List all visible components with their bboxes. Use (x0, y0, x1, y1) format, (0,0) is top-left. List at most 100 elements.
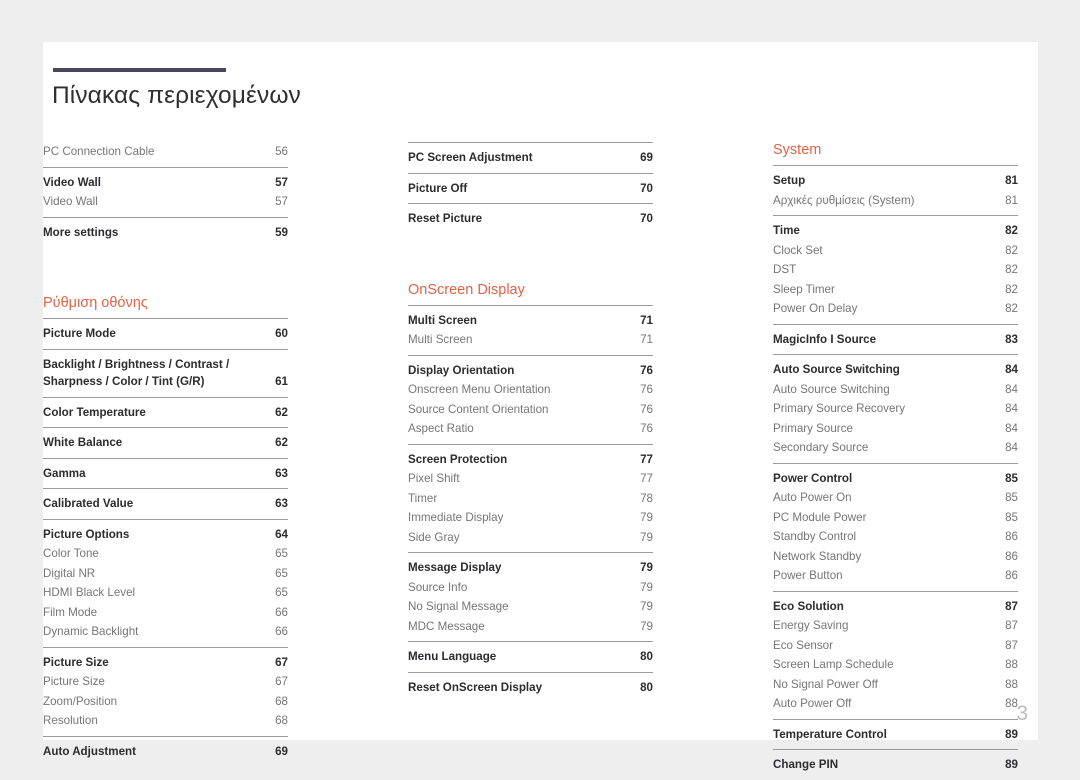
toc-group: MagicInfo I Source 83 (773, 323, 1018, 355)
toc-entry[interactable]: Multi Screen 71 (408, 311, 653, 331)
toc-entry[interactable]: More settings 59 (43, 223, 288, 243)
toc-entry-page: 65 (275, 586, 288, 599)
toc-entry[interactable]: Auto Source Switching 84 (773, 380, 1018, 400)
toc-entry[interactable]: HDMI Black Level 65 (43, 583, 288, 603)
toc-entry-label: DST (773, 263, 797, 276)
toc-entry[interactable]: Backlight / Brightness / Contrast / Shar… (43, 355, 288, 392)
toc-entry-page: 89 (1005, 727, 1018, 741)
document-page: Πίνακας περιεχομένων PC Connection Cable… (43, 42, 1038, 771)
toc-entry[interactable]: Side Gray 79 (408, 528, 653, 548)
toc-entry[interactable]: Dynamic Backlight 66 (43, 622, 288, 642)
toc-entry-page: 86 (1005, 530, 1018, 543)
toc-entry[interactable]: Immediate Display 79 (408, 508, 653, 528)
toc-entry[interactable]: Primary Source 84 (773, 419, 1018, 439)
toc-group: Color Temperature 62 (43, 396, 288, 428)
toc-entry[interactable]: MDC Message 79 (408, 617, 653, 637)
toc-entry[interactable]: Standby Control 86 (773, 527, 1018, 547)
toc-entry[interactable]: Video Wall 57 (43, 192, 288, 212)
toc-entry[interactable]: Eco Solution 87 (773, 597, 1018, 617)
toc-entry[interactable]: Timer 78 (408, 489, 653, 509)
toc-entry[interactable]: Picture Size 67 (43, 653, 288, 673)
toc-entry-label: Resolution (43, 714, 98, 727)
toc-entry[interactable]: Reset Picture 70 (408, 209, 653, 229)
toc-entry[interactable]: Auto Source Switching 84 (773, 360, 1018, 380)
toc-entry[interactable]: Digital NR 65 (43, 564, 288, 584)
toc-entry[interactable]: Change PIN 89 (773, 755, 1018, 775)
toc-entry[interactable]: Eco Sensor 87 (773, 636, 1018, 656)
toc-entry-label: Immediate Display (408, 511, 504, 524)
toc-entry[interactable]: Source Content Orientation 76 (408, 400, 653, 420)
toc-entry-label: Source Content Orientation (408, 402, 549, 416)
toc-entry-label: No Signal Message (408, 600, 509, 613)
toc-entry-label: MDC Message (408, 619, 485, 633)
toc-entry[interactable]: MagicInfo I Source 83 (773, 330, 1018, 350)
toc-entry[interactable]: Setup 81 (773, 171, 1018, 191)
toc-entry-label: Power On Delay (773, 302, 858, 315)
toc-entry-page: 87 (1005, 638, 1018, 652)
toc-entry[interactable]: Color Temperature 62 (43, 403, 288, 423)
toc-entry-label: Change PIN (773, 758, 839, 771)
toc-entry[interactable]: Primary Source Recovery 84 (773, 399, 1018, 419)
toc-entry[interactable]: Power Control 85 (773, 469, 1018, 489)
toc-entry-label: Video Wall (43, 195, 98, 208)
toc-entry[interactable]: Picture Off 70 (408, 179, 653, 199)
toc-entry[interactable]: Secondary Source 84 (773, 438, 1018, 458)
toc-entry[interactable]: Picture Options 64 (43, 525, 288, 545)
toc-entry-page: 86 (1005, 549, 1018, 563)
toc-entry[interactable]: Pixel Shift 77 (408, 469, 653, 489)
toc-entry[interactable]: Screen Protection 77 (408, 450, 653, 470)
toc-entry[interactable]: Menu Language 80 (408, 647, 653, 667)
toc-entry[interactable]: Video Wall 57 (43, 173, 288, 193)
toc-entry[interactable]: Message Display 79 (408, 558, 653, 578)
toc-entry-label: Timer (408, 491, 438, 505)
toc-entry[interactable]: PC Module Power 85 (773, 508, 1018, 528)
toc-entry[interactable]: Clock Set 82 (773, 241, 1018, 261)
toc-group: Screen Protection 77 Pixel Shift 77 Timer 78 I… (408, 443, 653, 553)
toc-section-heading: OnScreen Display (408, 281, 525, 298)
toc-entry[interactable]: DST 82 (773, 260, 1018, 280)
toc-entry[interactable]: Temperature Control 89 (773, 725, 1018, 745)
toc-entry[interactable]: Network Standby 86 (773, 547, 1018, 567)
toc-entry[interactable]: Reset OnScreen Display 80 (408, 678, 653, 698)
toc-entry-page: 62 (275, 405, 288, 419)
toc-entry[interactable]: Resolution 68 (43, 711, 288, 731)
toc-entry[interactable]: Auto Adjustment 69 (43, 742, 288, 762)
toc-entry-label: Display Orientation (408, 363, 515, 377)
toc-entry[interactable]: Aspect Ratio 76 (408, 419, 653, 439)
toc-entry[interactable]: Zoom/Position 68 (43, 692, 288, 712)
toc-entry[interactable]: PC Screen Adjustment 69 (408, 148, 653, 168)
toc-entry[interactable]: Multi Screen 71 (408, 330, 653, 350)
toc-entry[interactable]: No Signal Message 79 (408, 597, 653, 617)
toc-entry[interactable]: Calibrated Value 63 (43, 494, 288, 514)
toc-entry[interactable]: Display Orientation 76 (408, 361, 653, 381)
toc-entry[interactable]: PC Connection Cable 56 (43, 142, 288, 162)
toc-entry[interactable]: Gamma 63 (43, 464, 288, 484)
toc-entry[interactable]: Screen Lamp Schedule 88 (773, 655, 1018, 675)
toc-entry[interactable]: White Balance 62 (43, 433, 288, 453)
toc-entry[interactable]: Color Tone 65 (43, 544, 288, 564)
toc-entry[interactable]: No Signal Power Off 88 (773, 675, 1018, 695)
toc-entry[interactable]: Picture Size 67 (43, 672, 288, 692)
toc-entry-label: Auto Source Switching (773, 363, 900, 376)
column-gutter-2 (653, 142, 773, 780)
toc-entry-page: 83 (1005, 332, 1018, 346)
toc-entry[interactable]: Picture Mode 60 (43, 324, 288, 344)
toc-entry[interactable]: Onscreen Menu Orientation 76 (408, 380, 653, 400)
toc-entry[interactable]: Auto Power Off 88 (773, 694, 1018, 714)
toc-entry[interactable]: Film Mode 66 (43, 603, 288, 623)
toc-entry-page: 79 (640, 511, 653, 524)
toc-entry-label: Film Mode (43, 605, 98, 619)
toc-entry[interactable]: Sleep Timer 82 (773, 280, 1018, 300)
toc-entry[interactable]: Power Button 86 (773, 566, 1018, 586)
toc-group: Auto Adjustment 69 (43, 735, 288, 767)
toc-entry[interactable]: Time 82 (773, 221, 1018, 241)
toc-entry[interactable]: Source Info 79 (408, 578, 653, 598)
toc-entry-label: Screen Protection (408, 452, 508, 466)
toc-entry[interactable]: Auto Power On 85 (773, 488, 1018, 508)
toc-group: Display Orientation 76 Onscreen Menu Orien… (408, 354, 653, 444)
toc-section-heading: System (773, 142, 822, 158)
toc-entry[interactable]: Power On Delay 82 (773, 299, 1018, 319)
toc-entry[interactable]: Αρχικές ρυθμίσεις (System) 81 (773, 191, 1018, 211)
toc-entry-label: HDMI Black Level (43, 586, 136, 599)
toc-entry[interactable]: Energy Saving 87 (773, 616, 1018, 636)
